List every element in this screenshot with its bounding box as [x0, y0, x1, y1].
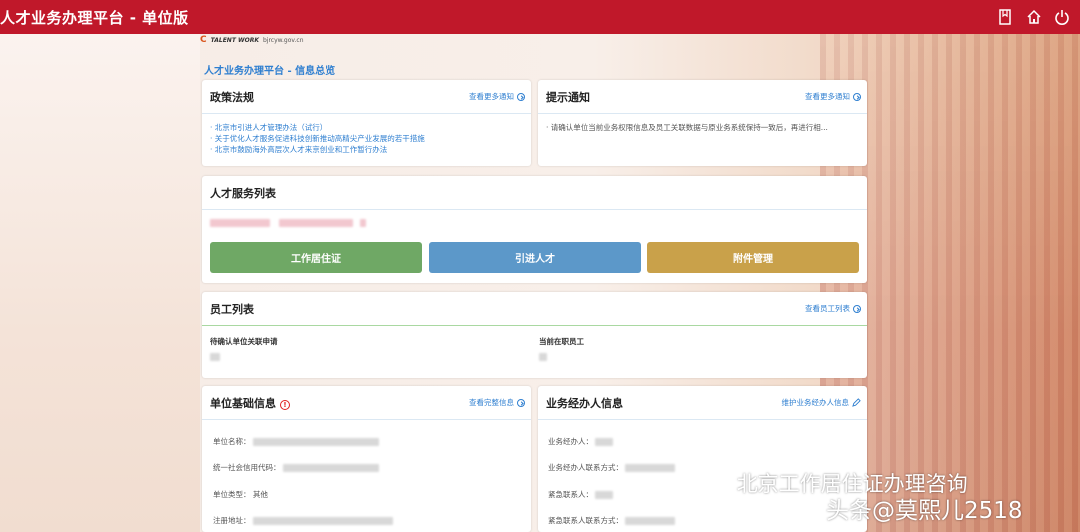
app-title: 人才业务办理平台 - 单位版 — [0, 8, 189, 27]
logo-mark-icon: C — [200, 35, 207, 45]
chevron-right-circle-icon — [853, 304, 861, 313]
employees-title: 员工列表 — [210, 302, 254, 316]
employees-more-label: 查看员工列表 — [805, 304, 850, 313]
talent-introduction-button[interactable]: 引进人才 — [429, 242, 641, 273]
agent-info-more-link[interactable]: 维护业务经办人信息 — [782, 397, 862, 408]
unit-name-row: 单位名称： — [213, 436, 379, 447]
unit-type-value: 其他 — [252, 490, 268, 499]
chevron-right-circle-icon — [853, 92, 861, 101]
notice-card: 提示通知 查看更多通知 · 请确认单位当前业务权限信息及员工关联数据与原业务系统… — [538, 80, 867, 166]
employees-card: 员工列表 查看员工列表 待确认单位关联申请 当前在职员工 — [202, 292, 867, 378]
credit-code-row: 统一社会信用代码： — [213, 462, 379, 473]
agent-info-title: 业务经办人信息 — [546, 396, 623, 410]
notice-more-link[interactable]: 查看更多通知 — [805, 91, 861, 102]
logo-brand: TALENT WORK — [210, 36, 259, 44]
policy-link[interactable]: · 北京市引进人才管理办法（试行） — [210, 122, 523, 133]
agent-info-more-label: 维护业务经办人信息 — [781, 398, 850, 407]
notice-more-label: 查看更多通知 — [805, 92, 850, 101]
unit-info-card-header: 单位基础信息! 查看完整信息 — [202, 386, 531, 420]
services-title: 人才服务列表 — [210, 186, 276, 200]
unit-type-label: 单位类型： — [213, 490, 251, 499]
unit-name-label: 单位名称： — [213, 437, 251, 446]
pending-applications-label: 待确认单位关联申请 — [210, 337, 278, 346]
agent-info-card: 业务经办人信息 维护业务经办人信息 业务经办人： 业务经办人联系方式： 紧急联系… — [538, 386, 867, 532]
emergency-contact-row: 紧急联系人： — [548, 489, 614, 500]
top-bar: 人才业务办理平台 - 单位版 — [0, 0, 1080, 34]
breadcrumb: 人才业务办理平台 - 信息总览 — [204, 66, 336, 77]
emergency-phone-label: 紧急联系人联系方式： — [548, 516, 623, 525]
services-card: 人才服务列表 工作居住证 引进人才 附件管理 — [202, 176, 867, 283]
registered-address-row: 注册地址： — [213, 515, 393, 526]
policy-title: 政策法规 — [210, 90, 254, 104]
policy-more-label: 查看更多通知 — [469, 92, 514, 101]
unit-info-title-text: 单位基础信息 — [210, 396, 276, 410]
credit-code-label: 统一社会信用代码： — [213, 463, 281, 472]
agent-name-row: 业务经办人： — [548, 436, 614, 447]
policy-more-link[interactable]: 查看更多通知 — [469, 91, 525, 102]
unit-info-title: 单位基础信息! — [210, 395, 290, 411]
unit-info-card: 单位基础信息! 查看完整信息 单位名称： 统一社会信用代码： 单位类型： 其他 … — [202, 386, 531, 532]
registered-address-label: 注册地址： — [213, 516, 251, 525]
logo-url: bjrcyw.gov.cn — [263, 36, 304, 44]
unit-type-row: 单位类型： 其他 — [213, 489, 268, 500]
work-residence-permit-button[interactable]: 工作居住证 — [210, 242, 422, 273]
agent-info-card-header: 业务经办人信息 维护业务经办人信息 — [538, 386, 867, 420]
policy-link[interactable]: · 北京市鼓励海外高层次人才来京创业和工作暂行办法 — [210, 144, 523, 155]
employees-card-header: 员工列表 查看员工列表 — [202, 292, 867, 326]
redacted-unit-name — [210, 218, 366, 228]
watermark-line2: 头条@莫熙儿2518 — [826, 498, 1023, 524]
unit-info-more-label: 查看完整信息 — [469, 398, 514, 407]
wechat-icon — [700, 474, 729, 495]
policy-card-header: 政策法规 查看更多通知 — [202, 80, 531, 114]
policy-list: · 北京市引进人才管理办法（试行） · 关于优化人才服务促进科技创新推动高精尖产… — [202, 114, 531, 163]
attachment-management-button[interactable]: 附件管理 — [647, 242, 859, 273]
chevron-right-circle-icon — [517, 398, 525, 407]
agent-contact-label: 业务经办人联系方式： — [548, 463, 623, 472]
agent-name-label: 业务经办人： — [548, 437, 593, 446]
pending-count[interactable] — [210, 352, 220, 362]
warning-icon: ! — [280, 399, 290, 410]
agent-contact-row: 业务经办人联系方式： — [548, 462, 676, 473]
emergency-phone-row: 紧急联系人联系方式： — [548, 515, 676, 526]
chevron-right-circle-icon — [517, 92, 525, 101]
services-card-header: 人才服务列表 — [202, 176, 867, 210]
emergency-contact-label: 紧急联系人： — [548, 490, 593, 499]
unit-info-more-link[interactable]: 查看完整信息 — [469, 397, 525, 408]
logo: C TALENT WORK bjrcyw.gov.cn — [200, 34, 304, 46]
current-employees-label: 当前在职员工 — [539, 337, 584, 346]
background-left — [0, 34, 200, 532]
notice-item[interactable]: · 请确认单位当前业务权限信息及员工关联数据与原业务系统保持一致后，再进行相..… — [538, 114, 867, 141]
notice-card-header: 提示通知 查看更多通知 — [538, 80, 867, 114]
edit-icon — [852, 398, 861, 407]
bookmark-icon[interactable] — [998, 9, 1014, 25]
power-icon[interactable] — [1054, 9, 1070, 25]
home-icon[interactable] — [1026, 9, 1042, 25]
current-employee-count[interactable] — [539, 352, 547, 362]
notice-title: 提示通知 — [546, 90, 590, 104]
policy-card: 政策法规 查看更多通知 · 北京市引进人才管理办法（试行） · 关于优化人才服务… — [202, 80, 531, 166]
header-icons — [998, 9, 1070, 25]
employees-more-link[interactable]: 查看员工列表 — [805, 303, 861, 314]
policy-link[interactable]: · 关于优化人才服务促进科技创新推动高精尖产业发展的若干措施 — [210, 133, 523, 144]
